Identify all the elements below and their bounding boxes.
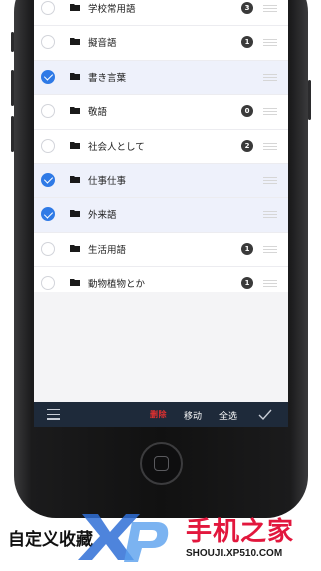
count-badge: 0 [241,105,253,118]
list-item[interactable]: 社会人として 2 [34,129,288,164]
folder-icon [70,4,80,11]
count-badge: 1 [241,36,253,49]
delete-button[interactable]: 删除 [150,409,167,420]
count-badge: 1 [241,277,253,290]
menu-icon[interactable] [47,409,60,420]
list-item[interactable]: 擬音語 1 [34,26,288,61]
list-empty-area [34,292,288,402]
unchecked-circle-icon[interactable] [41,35,55,50]
drag-handle-icon[interactable] [263,280,277,288]
volume-down-button [11,116,14,152]
drag-handle-icon[interactable] [263,108,277,116]
count-badge: 2 [241,139,253,152]
move-button[interactable]: 移动 [184,409,202,422]
folder-icon [70,175,80,183]
checked-circle-icon[interactable] [41,69,55,84]
list-item[interactable]: 生活用語 1 [34,232,288,268]
mute-switch [11,32,14,52]
list-item[interactable]: 学校常用語 3 [34,0,288,27]
xp-logo-watermark [78,514,169,562]
list-item-label: 学校常用語 [88,4,136,15]
confirm-check-icon[interactable] [258,408,272,421]
list-item-label: 社会人として [88,141,145,153]
folder-icon [70,244,80,252]
volume-up-button [11,70,14,106]
drag-handle-icon[interactable] [263,142,277,150]
unchecked-circle-icon[interactable] [41,241,55,256]
list-item[interactable]: 敬語 0 [34,95,288,130]
folder-icon [70,141,80,149]
list-item-label: 書き言葉 [88,72,127,84]
drag-handle-icon[interactable] [263,5,277,12]
bottom-toolbar: 删除 移动 全选 [34,402,288,427]
list-item[interactable]: 仕事仕事 [34,163,288,199]
list-item[interactable]: 外来語 [34,198,288,233]
drag-handle-icon[interactable] [263,39,277,47]
folder-icon [70,107,80,115]
unchecked-circle-icon[interactable] [41,1,55,15]
drag-handle-icon[interactable] [263,176,277,184]
folder-icon [70,72,80,80]
list-item-label: 敬語 [88,107,108,119]
drag-handle-icon[interactable] [263,245,277,253]
list-item-label: 仕事仕事 [88,175,127,187]
folder-icon [70,38,80,46]
app-screen: 学校常用語 3 擬音語 1 書き言葉敬語 0 社会人として 2 仕事仕事外来語生活用語 1 動物植物… [34,0,288,427]
folder-icon [70,210,80,218]
list-item-label: 動物植物とか [88,279,146,291]
folder-icon [70,279,80,287]
drag-handle-icon[interactable] [263,211,277,219]
unchecked-circle-icon[interactable] [41,276,55,291]
watermark-url: SHOUJI.XP510.COM [186,548,283,559]
watermark-brand: 手机之家 [186,517,295,547]
home-square-icon [154,456,169,471]
checked-circle-icon[interactable] [41,207,55,222]
list-item-label: 擬音語 [88,38,117,50]
select-all-button[interactable]: 全选 [219,409,237,422]
drag-handle-icon[interactable] [263,73,277,81]
checked-circle-icon[interactable] [41,172,55,187]
unchecked-circle-icon[interactable] [41,138,55,153]
unchecked-circle-icon[interactable] [41,104,55,119]
home-button[interactable] [140,442,183,485]
list-item-label: 外来語 [88,210,117,222]
count-badge: 1 [241,242,253,255]
folder-list: 学校常用語 3 擬音語 1 書き言葉敬語 0 社会人として 2 仕事仕事外来語生活用語 1 動物植物… [34,0,288,302]
power-button [308,80,311,120]
count-badge: 3 [241,2,253,14]
list-item[interactable]: 書き言葉 [34,60,288,96]
list-item-label: 生活用語 [88,244,127,256]
